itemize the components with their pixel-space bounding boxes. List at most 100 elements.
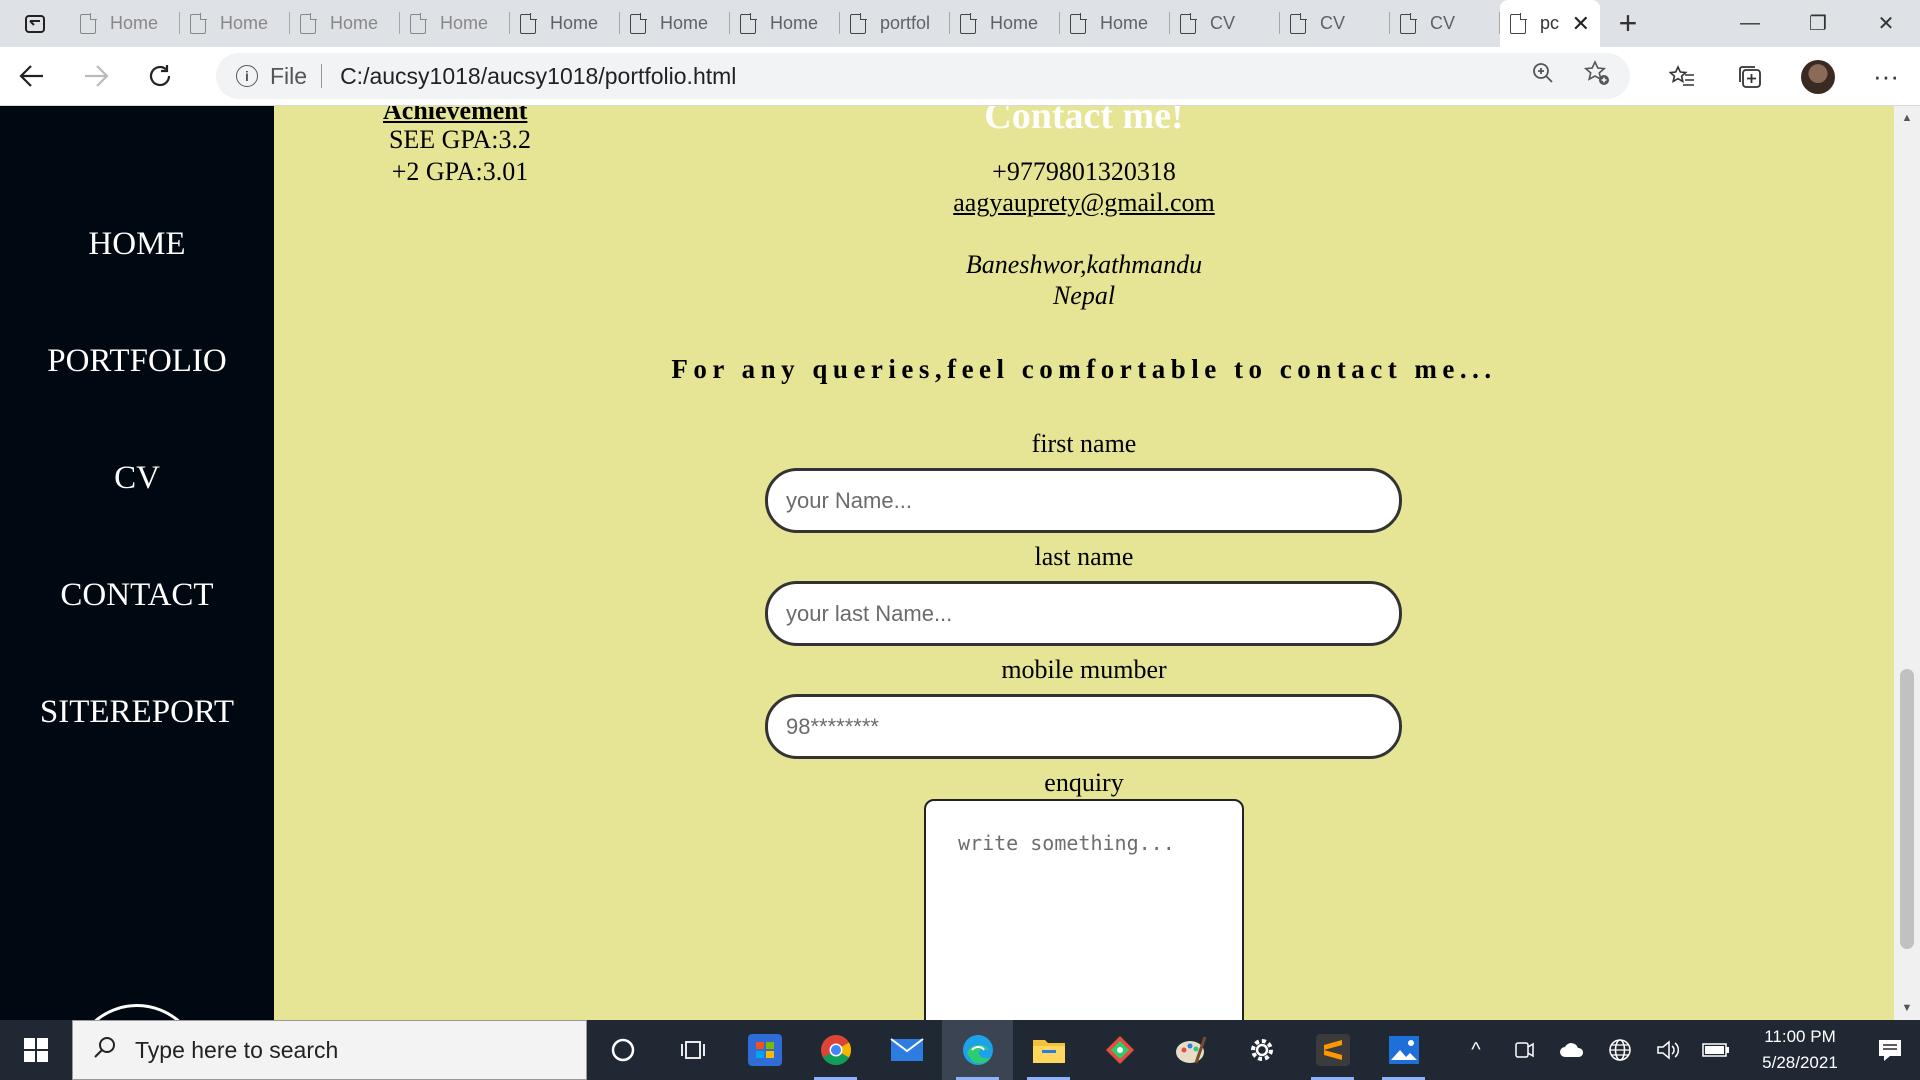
system-clock[interactable]: 11:00 PM 5/28/2021 [1740,1024,1860,1076]
contact-heading: Contact me! [984,106,1184,137]
sublime-text-icon[interactable] [1297,1020,1368,1080]
close-window-button[interactable]: ✕ [1852,0,1920,47]
first-name-label: first name [1031,429,1137,458]
start-button[interactable] [0,1020,72,1080]
tab-label: Home [1100,13,1149,33]
meet-now-icon[interactable] [1500,1039,1548,1061]
scroll-down-arrow-icon[interactable]: ▼ [1894,998,1920,1018]
sidebar-item-sitereport[interactable]: SITEREPORT [0,694,274,731]
browser-tab[interactable]: portfol [840,0,950,47]
more-menu-icon[interactable]: ··· [1852,61,1920,92]
document-icon [1400,12,1417,34]
scheme-label: File [270,62,308,89]
cortana-icon[interactable] [587,1020,658,1080]
tab-label: Home [770,13,819,33]
info-icon[interactable]: i [236,65,258,87]
sidebar-item-home[interactable]: HOME [0,226,274,263]
profile-avatar[interactable] [1801,59,1835,94]
tab-label: CV [1210,13,1236,33]
photos-icon[interactable] [1368,1020,1439,1080]
mobile-number-label: mobile mumber [1001,655,1167,684]
notification-center-icon[interactable] [1860,1038,1920,1062]
sidebar-item-contact[interactable]: CONTACT [0,577,274,614]
favorites-icon[interactable] [1648,64,1716,89]
browser-tab[interactable]: Home [70,0,180,47]
file-explorer-icon[interactable] [1013,1020,1084,1080]
browser-tab[interactable]: CV [1170,0,1280,47]
forward-button[interactable] [64,47,128,106]
document-icon [850,12,867,34]
tab-label: Home [660,13,709,33]
browser-tab-bar: Home Home Home Home Home Home Home portfol Home H… [0,0,1920,47]
tab-label: CV [1430,13,1456,33]
queries-banner: For any queries,feel comfortable to cont… [671,354,1497,384]
browser-tab[interactable]: Home [620,0,730,47]
minimize-button[interactable]: — [1716,0,1784,47]
sidebar-item-cv[interactable]: CV [0,460,274,497]
scroll-up-arrow-icon[interactable]: ▲ [1894,108,1920,128]
tab-active[interactable]: pc ✕ [1500,0,1600,47]
snip-icon[interactable] [1084,1020,1155,1080]
settings-icon[interactable] [1226,1020,1297,1080]
document-icon [630,12,647,34]
taskbar-search-input[interactable]: Type here to search [72,1020,587,1080]
first-name-field[interactable] [765,468,1402,533]
contact-address-line2: Nepal [1052,281,1116,310]
mail-icon[interactable] [871,1020,942,1080]
paint-icon[interactable] [1155,1020,1226,1080]
close-tab-icon[interactable]: ✕ [1572,11,1590,37]
edge-icon[interactable] [942,1020,1013,1080]
zoom-icon[interactable] [1532,62,1554,91]
browser-tab[interactable]: Home [290,0,400,47]
browser-tab[interactable]: Home [1060,0,1170,47]
new-tab-button[interactable]: + [1600,0,1656,47]
document-icon [960,12,977,34]
browser-tab[interactable]: Home [730,0,840,47]
address-toolbar: i File C:/aucsy1018/aucsy1018/portfolio.… [0,47,1920,106]
last-name-label: last name [1034,542,1134,571]
store-icon[interactable] [729,1020,800,1080]
mobile-number-field[interactable] [765,694,1402,759]
show-hidden-icons-icon[interactable]: ^ [1452,1039,1500,1062]
browser-tab[interactable]: Home [510,0,620,47]
see-gpa: SEE GPA:3.2 [388,125,532,154]
browser-tab[interactable]: CV [1390,0,1500,47]
search-placeholder: Type here to search [135,1036,339,1063]
document-icon [520,12,537,34]
sidebar-item-portfolio[interactable]: PORTFOLIO [0,343,274,380]
network-globe-icon[interactable] [1596,1038,1644,1062]
browser-tab[interactable]: CV [1280,0,1390,47]
document-icon [1180,12,1197,34]
back-button[interactable] [0,47,64,106]
scrollbar-thumb[interactable] [1900,669,1914,949]
divider [321,64,323,88]
contact-email-link[interactable]: aagyauprety@gmail.com [884,188,1284,218]
tab-label: Home [440,13,489,33]
volume-icon[interactable] [1644,1039,1692,1061]
collections-icon[interactable] [1716,64,1784,90]
tab-actions-icon[interactable] [0,0,70,47]
enquiry-label: enquiry [1044,768,1124,797]
address-input[interactable]: i File C:/aucsy1018/aucsy1018/portfolio.… [216,53,1630,99]
system-tray: ^ 11:00 PM 5/28/2021 [1452,1020,1920,1080]
page-scrollbar[interactable]: ▲ ▼ [1894,106,1920,1020]
contact-phone: +9779801320318 [992,157,1176,186]
document-icon [1070,12,1087,34]
last-name-field[interactable] [765,581,1402,646]
browser-tab[interactable]: Home [180,0,290,47]
url-text: C:/aucsy1018/aucsy1018/portfolio.html [340,62,737,89]
enquiry-textarea[interactable] [924,799,1244,1020]
restore-button[interactable]: ❐ [1784,0,1852,47]
onedrive-icon[interactable] [1548,1041,1596,1059]
tab-label: CV [1320,13,1346,33]
tab-label: Home [330,13,379,33]
browser-tab[interactable]: Home [400,0,510,47]
add-favorite-icon[interactable] [1583,59,1610,93]
refresh-button[interactable] [128,47,192,106]
page-viewport: HOME PORTFOLIO CV CONTACT SITEREPORT Ach… [0,106,1920,1020]
battery-icon[interactable] [1692,1042,1740,1058]
contact-address-line1: Baneshwor,kathmandu [965,250,1203,279]
task-view-icon[interactable] [658,1020,729,1080]
browser-tab[interactable]: Home [950,0,1060,47]
chrome-icon[interactable] [800,1020,871,1080]
